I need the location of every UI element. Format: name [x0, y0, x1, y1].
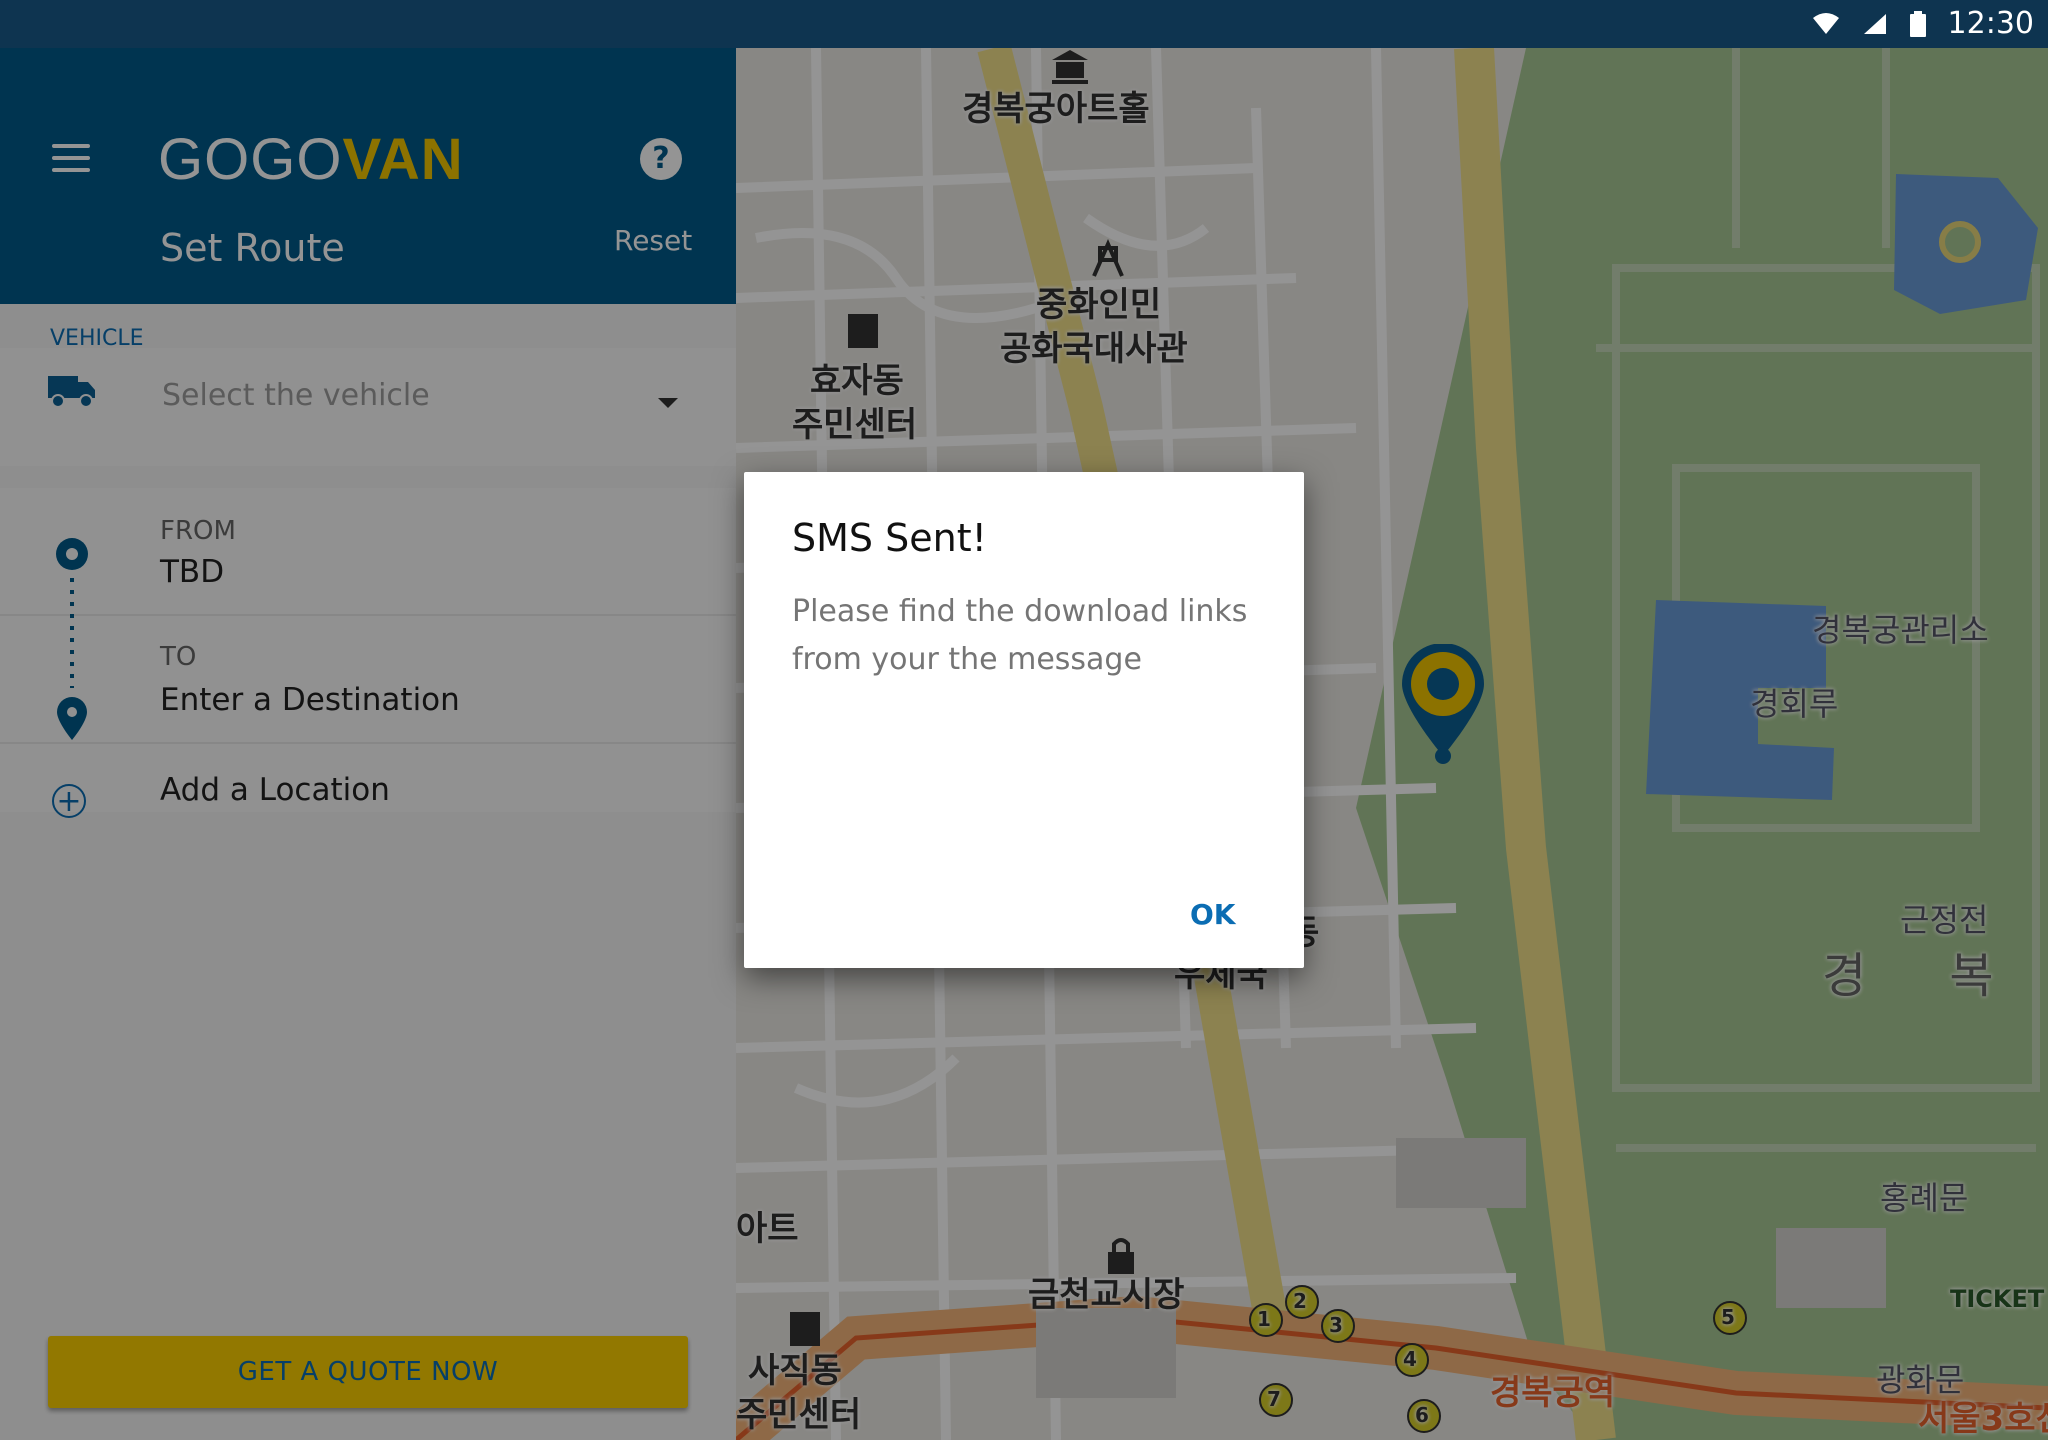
battery-icon [1909, 10, 1926, 37]
sms-sent-dialog: SMS Sent! Please find the download links… [744, 472, 1304, 968]
wifi-icon [1812, 12, 1839, 34]
dialog-message: Please find the download links from your… [792, 594, 1248, 677]
ok-button[interactable]: OK [1190, 898, 1236, 931]
dialog-title: SMS Sent! [792, 516, 987, 560]
clock: 12:30 [1947, 6, 2034, 41]
signal-icon [1863, 13, 1886, 34]
status-bar: 12:30 [0, 0, 2048, 48]
